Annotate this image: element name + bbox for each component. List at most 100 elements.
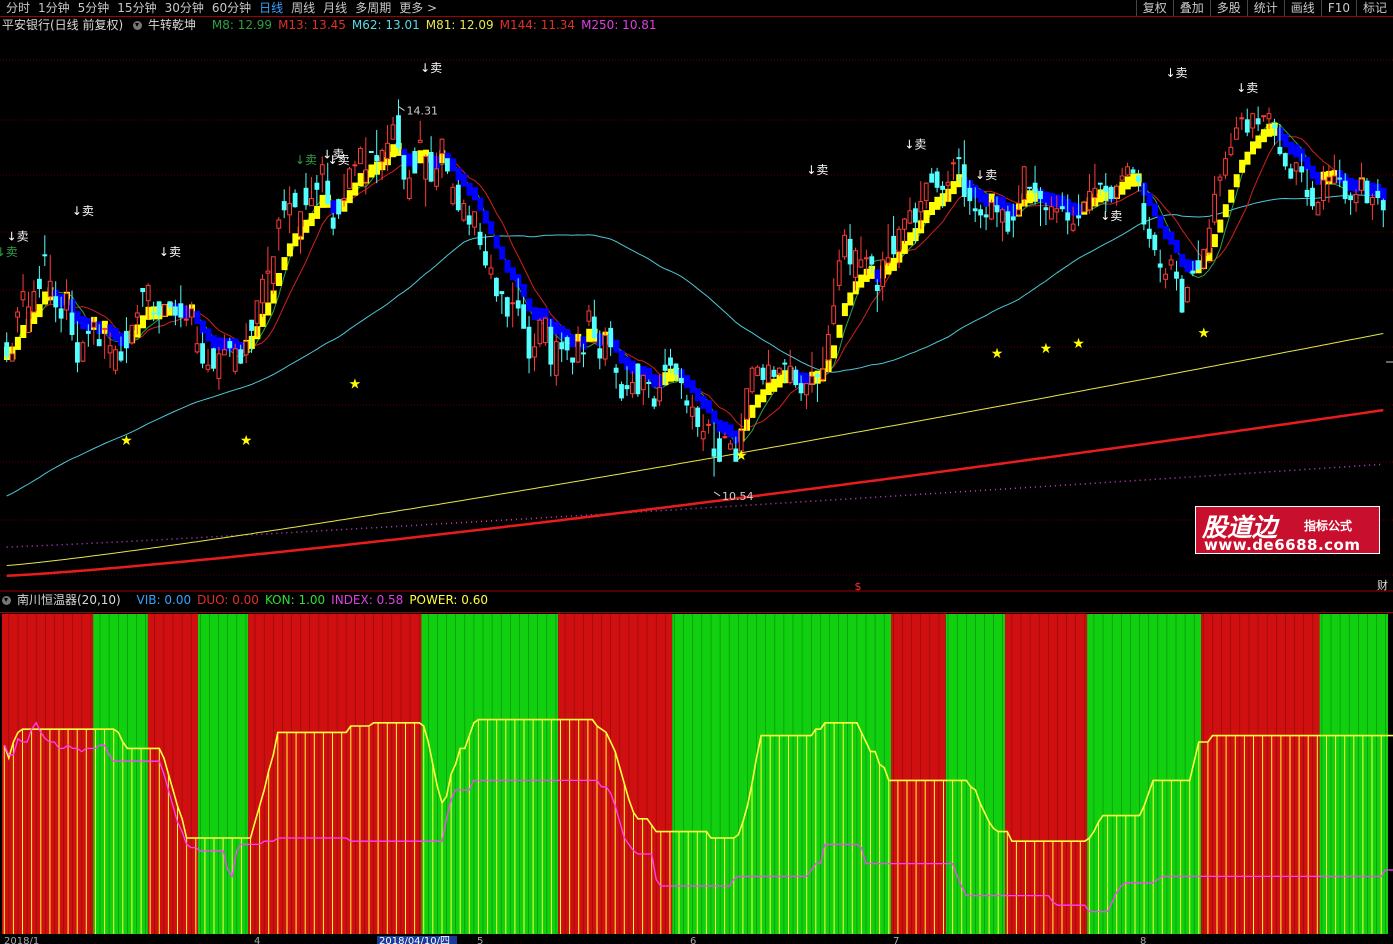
trend-block xyxy=(450,158,457,172)
buy-star-marker: ★ xyxy=(1040,341,1053,357)
candle-body xyxy=(1370,197,1375,206)
candle-body xyxy=(1244,119,1250,133)
month-label: 4 xyxy=(254,936,260,944)
trend-block xyxy=(346,190,353,204)
trend-block xyxy=(711,410,718,424)
sell-marker: ↓卖 xyxy=(328,153,350,167)
trend-block xyxy=(1217,219,1224,233)
candle-body xyxy=(1043,207,1049,211)
candle-body xyxy=(809,375,815,385)
trend-block xyxy=(1168,231,1175,245)
candle-body xyxy=(423,156,429,180)
candle-body xyxy=(602,335,608,360)
buy-star-marker: ★ xyxy=(735,448,748,464)
month-label: 6 xyxy=(690,936,696,944)
regime-block xyxy=(1201,614,1320,934)
cursor-date-label: 2018/04/10/四 xyxy=(379,936,450,944)
candle-body xyxy=(1261,115,1266,118)
trend-block xyxy=(20,325,27,338)
trend-block xyxy=(1157,215,1164,229)
trend-block xyxy=(1282,134,1289,147)
candle-body xyxy=(1364,180,1370,204)
sell-marker: ↓卖 xyxy=(975,168,997,182)
candle-body xyxy=(1141,203,1147,225)
trend-block xyxy=(1152,203,1158,217)
candle-body xyxy=(820,368,826,380)
trend-block xyxy=(36,304,43,318)
candle-body xyxy=(1331,175,1337,184)
candle-body xyxy=(9,353,15,362)
trend-block xyxy=(1124,176,1131,190)
candle-body xyxy=(341,198,347,201)
ma144-line xyxy=(6,408,1384,577)
candle-body xyxy=(151,312,156,315)
trend-block xyxy=(754,394,761,408)
candle-body xyxy=(1223,158,1228,176)
trend-block xyxy=(292,233,299,247)
stock-chart-svg[interactable]: ↓卖↓卖↓卖↓卖↓卖↓卖↓卖↓卖↓卖↓卖↓卖↓卖↓卖↓卖★ ★★★★ ★ ★★14.3… xyxy=(0,0,1393,944)
candle-body xyxy=(597,348,603,359)
candle-body xyxy=(113,349,118,371)
trend-block xyxy=(760,389,767,403)
candle-body xyxy=(42,254,48,257)
candle-body xyxy=(1272,124,1277,129)
trend-block xyxy=(303,219,310,233)
candle-body xyxy=(1114,185,1120,199)
trend-block xyxy=(1315,171,1322,185)
candle-body xyxy=(390,124,396,140)
candle-body xyxy=(684,400,690,406)
candle-body xyxy=(1016,209,1022,216)
candle-body xyxy=(466,215,472,225)
trend-block xyxy=(847,292,854,306)
candle-body xyxy=(744,388,750,420)
candle-body xyxy=(891,235,897,255)
candle-body xyxy=(1081,202,1087,213)
candle-body xyxy=(1375,190,1381,198)
regime-block xyxy=(93,614,148,934)
candle-body xyxy=(787,365,793,384)
candle-body xyxy=(880,259,886,287)
high-pointer xyxy=(398,106,405,111)
candle-body xyxy=(1212,193,1217,223)
candle-body xyxy=(630,382,635,395)
candle-body xyxy=(874,284,880,291)
candle-body xyxy=(825,334,831,361)
trend-block xyxy=(140,315,146,329)
candle-body xyxy=(417,139,423,143)
candle-body xyxy=(804,383,809,396)
candle-body xyxy=(689,406,695,417)
candle-body xyxy=(515,300,521,309)
candle-body xyxy=(488,267,494,275)
candle-body xyxy=(831,305,837,324)
trend-block xyxy=(716,419,723,433)
trend-block xyxy=(406,153,413,167)
candle-body xyxy=(700,431,706,440)
candle-body xyxy=(368,151,374,153)
month-label: 7 xyxy=(893,936,899,944)
candle-body xyxy=(1293,162,1299,172)
candle-body xyxy=(107,345,113,354)
trend-block xyxy=(890,257,897,271)
candle-body xyxy=(853,250,858,278)
candle-body xyxy=(564,337,570,351)
candle-body xyxy=(162,304,167,317)
candle-body xyxy=(124,330,129,349)
candle-body xyxy=(483,251,488,266)
trend-block xyxy=(1239,159,1246,173)
candle-body xyxy=(543,317,548,344)
candle-body xyxy=(532,346,537,358)
candle-body xyxy=(1092,187,1098,199)
candle-body xyxy=(134,312,140,318)
candle-body xyxy=(1206,227,1212,254)
candle-body xyxy=(211,348,216,369)
candle-body xyxy=(581,352,586,355)
candle-body xyxy=(902,218,907,230)
trend-block xyxy=(194,311,201,325)
candle-body xyxy=(771,369,777,377)
candle-body xyxy=(1076,215,1081,219)
candle-body xyxy=(319,164,325,175)
candle-body xyxy=(494,277,499,297)
candle-body xyxy=(570,357,576,363)
candle-body xyxy=(1299,166,1305,173)
candle-body xyxy=(983,214,989,218)
